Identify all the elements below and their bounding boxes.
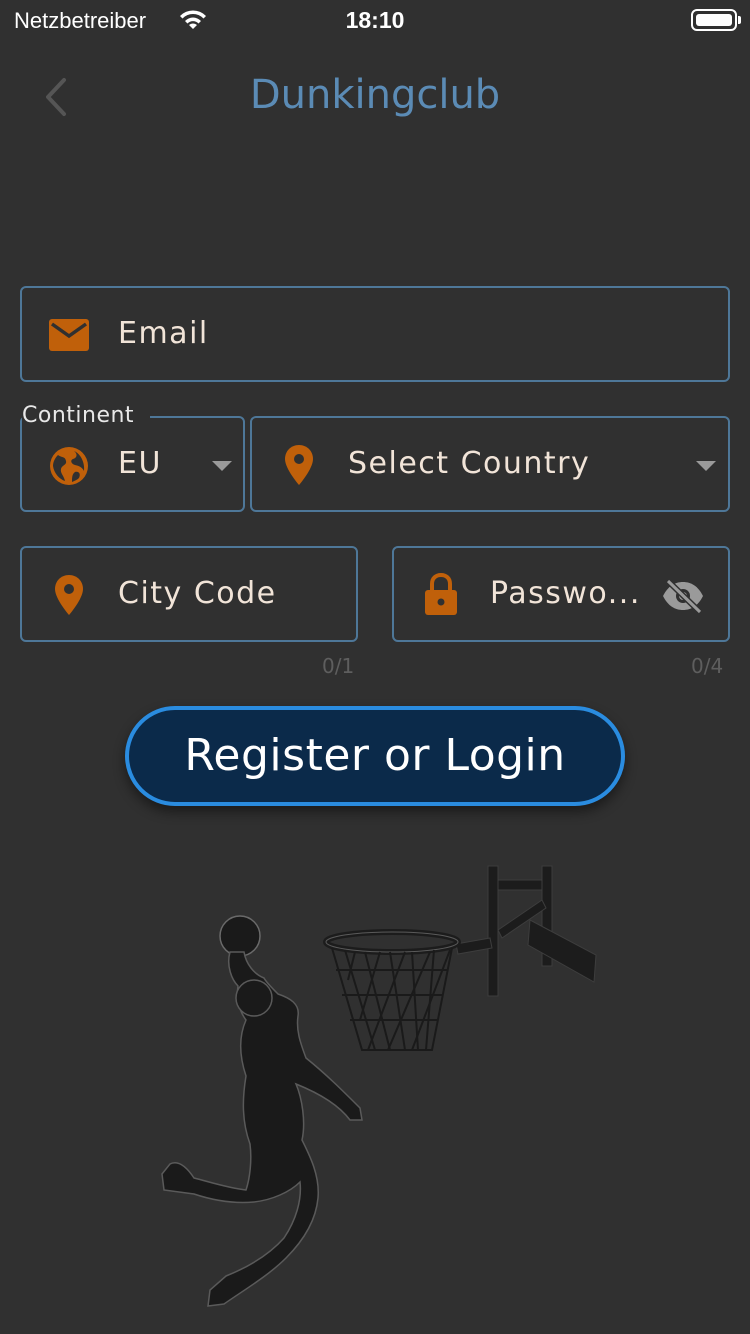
status-time: 18:10	[345, 7, 405, 33]
globe-icon	[50, 447, 88, 485]
country-select[interactable]: Select Country	[250, 416, 730, 512]
password-placeholder: Passwo...	[490, 576, 641, 611]
hoop-net	[331, 947, 453, 1051]
city-code-field[interactable]: City Code	[20, 546, 358, 642]
location-pin-icon	[55, 575, 83, 615]
mail-icon	[49, 319, 89, 351]
page-title: Dunkingclub	[249, 72, 501, 118]
lock-icon	[425, 572, 457, 615]
battery-icon	[691, 9, 737, 31]
email-field[interactable]: Email	[20, 286, 730, 382]
basketball-dunk-illustration	[161, 865, 597, 1307]
continent-select[interactable]: EU	[20, 416, 245, 512]
chevron-down-icon	[212, 461, 232, 471]
location-pin-icon	[285, 445, 313, 485]
basketball	[219, 915, 261, 957]
email-placeholder: Email	[118, 316, 209, 351]
city-code-placeholder: City Code	[118, 576, 277, 611]
city-code-counter: 0/1	[322, 654, 355, 678]
chevron-down-icon	[696, 461, 716, 471]
country-placeholder: Select Country	[348, 446, 591, 481]
player-head	[235, 979, 273, 1017]
continent-value: EU	[118, 446, 162, 481]
password-field[interactable]: Passwo...	[392, 546, 730, 642]
eye-off-icon[interactable]	[660, 578, 706, 614]
register-login-button[interactable]: Register or Login	[125, 706, 625, 806]
password-counter: 0/4	[691, 654, 724, 678]
continent-label: Continent	[22, 403, 151, 428]
battery-tip	[738, 16, 741, 24]
status-bar: Netzbetreiber 18:10	[0, 0, 750, 40]
hoop-support	[455, 865, 597, 997]
